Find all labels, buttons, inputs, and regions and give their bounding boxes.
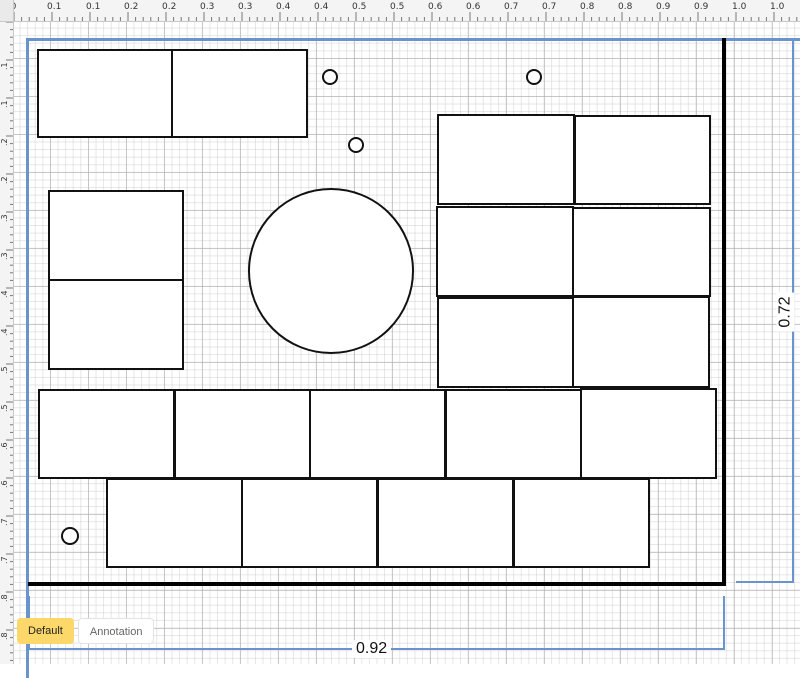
bottom-wall[interactable]: [28, 582, 726, 586]
ruler-tick-label: .7: [0, 518, 9, 526]
ruler-tick-label: 0.8: [580, 2, 595, 12]
table-grid-r3c2[interactable]: [572, 296, 710, 388]
ruler-tick-label: 0.9: [656, 2, 671, 12]
ruler-tick-label: .2: [0, 138, 9, 146]
ruler-tick-label: 0.2: [162, 2, 177, 12]
ruler-tick-label: 0.1: [47, 2, 62, 12]
ruler-tick-label: 0.5: [352, 2, 367, 12]
tab-default[interactable]: Default: [17, 618, 74, 644]
ruler-corner: [0, 0, 14, 22]
table-row-a-4[interactable]: [445, 389, 582, 479]
ruler-tick-label: 0.8: [618, 2, 633, 12]
ruler-tick-label: 0.6: [428, 2, 443, 12]
table-row-a-1[interactable]: [38, 389, 175, 479]
drawing-canvas[interactable]: 0.72 0.92: [14, 22, 800, 678]
table-row-b-2[interactable]: [241, 478, 378, 568]
table-left-lower[interactable]: [48, 279, 184, 370]
tab-annotation[interactable]: Annotation: [77, 618, 155, 644]
ruler-tick-label: 0.7: [542, 2, 557, 12]
table-left-upper[interactable]: [48, 190, 184, 281]
table-top-left-a[interactable]: [37, 49, 173, 138]
table-grid-r2c1[interactable]: [436, 206, 574, 297]
ruler-tick-label: .1: [0, 62, 9, 70]
table-row-a-5[interactable]: [580, 388, 717, 479]
ruler-tick-label: 0.5: [390, 2, 405, 12]
ruler-tick-label: .4: [0, 290, 9, 298]
ruler-tick-label: .2: [0, 176, 9, 184]
marker-circle[interactable]: [526, 69, 542, 85]
ruler-tick-label: 0.2: [124, 2, 139, 12]
table-row-a-2[interactable]: [174, 389, 311, 479]
height-dimension-tick-bottom: [736, 581, 794, 583]
ruler-tick-label: .6: [0, 480, 9, 488]
ruler-tick-label: 0.6: [466, 2, 481, 12]
ruler-tick-label: 1.0: [770, 2, 785, 12]
width-dimension-tick-right: [723, 596, 725, 650]
ruler-tick-label: 0.4: [276, 2, 291, 12]
ruler-tick-label: .5: [0, 366, 9, 374]
table-grid-r1c2[interactable]: [574, 115, 711, 205]
marker-circle[interactable]: [348, 137, 364, 153]
floorplan-editor: 0.0 0.1 0.1 0.2 0.2 0.3 0.3 0.4 0.4 0.5 …: [0, 0, 800, 678]
right-wall[interactable]: [722, 38, 726, 586]
table-grid-r2c2[interactable]: [572, 207, 711, 297]
table-row-a-3[interactable]: [309, 389, 446, 479]
table-row-b-3[interactable]: [377, 478, 514, 568]
ruler-tick-label: .3: [0, 252, 9, 260]
ruler-tick-label: .7: [0, 556, 9, 564]
ruler-tick-label: .5: [0, 404, 9, 412]
width-dimension-label: 0.92: [352, 640, 392, 658]
vertical-ruler-ticks: [6, 22, 13, 661]
round-table[interactable]: [248, 188, 414, 354]
ruler-tick-label: .4: [0, 328, 9, 336]
ruler-tick-label: .6: [0, 442, 9, 450]
ruler-tick-label: .3: [0, 214, 9, 222]
ruler-tick-label: 0.3: [238, 2, 253, 12]
height-dimension-label: 0.72: [776, 292, 795, 332]
vertical-ruler[interactable]: .1 .1 .2 .2 .3 .3 .4 .4 .5 .5 .6 .6 .7 .…: [0, 22, 14, 664]
ruler-tick-label: 0.1: [86, 2, 101, 12]
ruler-tick-label: 0.4: [314, 2, 329, 12]
table-top-left-b[interactable]: [171, 49, 308, 138]
ruler-tick-label: 0.7: [504, 2, 519, 12]
ruler-tick-label: .8: [0, 594, 9, 602]
ruler-tick-label: 1.0: [732, 2, 747, 12]
table-grid-r3c1[interactable]: [437, 297, 574, 388]
table-row-b-1[interactable]: [106, 478, 243, 568]
ruler-tick-label: 0.3: [200, 2, 215, 12]
ruler-tick-label: 0.9: [694, 2, 709, 12]
horizontal-ruler[interactable]: 0.0 0.1 0.1 0.2 0.2 0.3 0.3 0.4 0.4 0.5 …: [0, 0, 800, 22]
table-grid-r1c1[interactable]: [437, 114, 575, 205]
height-dimension-tick-top: [736, 39, 794, 41]
table-row-b-4[interactable]: [513, 478, 650, 568]
marker-circle[interactable]: [61, 527, 79, 545]
ruler-tick-label: .1: [0, 100, 9, 108]
layer-tabs: Default Annotation: [17, 618, 155, 644]
marker-circle[interactable]: [322, 69, 338, 85]
ruler-tick-label: .8: [0, 632, 9, 640]
